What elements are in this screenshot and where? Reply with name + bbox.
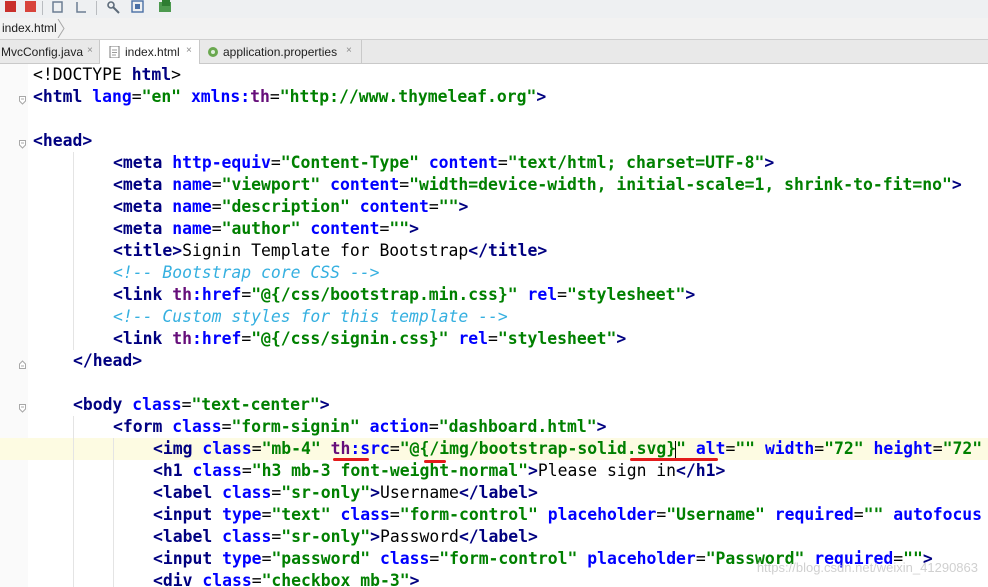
code-line: <input type="text" class="form-control" …	[0, 504, 988, 526]
code-line: <link th:href="@{/css/bootstrap.min.css}…	[0, 284, 988, 306]
breadcrumb: index.html	[0, 18, 988, 40]
fold-icon[interactable]	[19, 400, 26, 413]
fold-icon[interactable]	[19, 356, 26, 369]
annotation-underline-th-src	[333, 458, 369, 461]
code-line: <body class="text-center">	[0, 394, 988, 416]
code-line: <!DOCTYPE html>	[33, 65, 182, 84]
fold-icon[interactable]	[19, 136, 26, 149]
code-line: <h1 class="h3 mb-3 font-weight-normal">P…	[0, 460, 988, 482]
annotation-underline-at-brace	[424, 460, 446, 463]
code-line: <link th:href="@{/css/signin.css}" rel="…	[0, 328, 988, 350]
code-line: </head>	[0, 350, 988, 372]
breadcrumb-item-index-html[interactable]: index.html	[2, 21, 57, 35]
html-file-icon	[109, 45, 121, 59]
editor-tab-bar: MvcConfig.java × index.html × applicatio…	[0, 40, 988, 64]
code-line: <label class="sr-only">Password</label>	[0, 526, 988, 548]
code-line: <form class="form-signin" action="dashbo…	[0, 416, 988, 438]
tab-label: MvcConfig.java	[1, 45, 84, 59]
code-line: <html lang="en" xmlns:th="http://www.thy…	[0, 86, 988, 108]
project-icon[interactable]	[158, 0, 173, 14]
tab-index-html[interactable]: index.html ×	[100, 40, 200, 64]
code-line: <head>	[0, 130, 988, 152]
code-line: <meta name="viewport" content="width=dev…	[0, 174, 988, 196]
toolbar-divider	[96, 1, 97, 15]
refresh-icon[interactable]	[74, 0, 89, 14]
code-line: <!-- Bootstrap core CSS -->	[0, 262, 988, 284]
code-line-current: <img class="mb-4" th:src="@{/img/bootstr…	[0, 438, 988, 460]
code-line: <meta name="description" content="">	[0, 196, 988, 218]
watermark: https://blog.csdn.net/weixin_41290863	[756, 560, 978, 575]
fold-icon[interactable]	[19, 92, 26, 105]
code-line: <title>Signin Template for Bootstrap</ti…	[0, 240, 988, 262]
wrench-icon[interactable]	[106, 0, 121, 14]
tab-mvcconfig-java[interactable]: MvcConfig.java ×	[0, 40, 100, 63]
toolbar-divider	[42, 1, 43, 15]
code-line: <meta http-equiv="Content-Type" content=…	[0, 152, 988, 174]
tab-label: index.html	[125, 45, 180, 59]
code-line: <!-- Custom styles for this template -->	[0, 306, 988, 328]
tab-application-properties[interactable]: application.properties ×	[200, 40, 362, 63]
debug-icon[interactable]	[50, 0, 65, 14]
code-line: <label class="sr-only">Username</label>	[0, 482, 988, 504]
code-line: <meta name="author" content="">	[0, 218, 988, 240]
annotation-underline-brace	[630, 458, 718, 461]
close-icon[interactable]: ×	[87, 45, 93, 56]
stop-icon[interactable]	[3, 0, 18, 14]
structure-icon[interactable]	[130, 0, 145, 14]
close-icon[interactable]: ×	[346, 45, 352, 56]
breadcrumb-separator-icon	[57, 18, 65, 39]
close-icon[interactable]: ×	[186, 45, 192, 56]
main-toolbar	[0, 0, 988, 18]
tab-label: application.properties	[223, 45, 338, 59]
code-editor[interactable]: <!DOCTYPE html> <html lang="en" xmlns:th…	[0, 64, 988, 587]
run-icon[interactable]	[23, 0, 38, 14]
properties-file-icon	[207, 46, 219, 58]
